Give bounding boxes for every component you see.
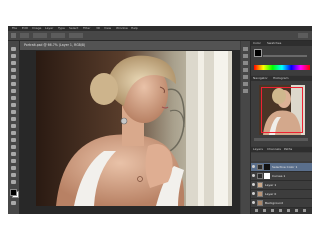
folder-icon[interactable] [287, 209, 290, 212]
quick-mask-icon[interactable] [11, 201, 16, 205]
tools-panel [8, 41, 20, 214]
pen-tool-icon[interactable] [11, 145, 16, 149]
history-panel-icon[interactable] [243, 47, 248, 51]
dodge-tool-icon[interactable] [11, 138, 16, 142]
layer-row[interactable]: Curves 1 [251, 172, 312, 181]
layer-thumbnail [257, 173, 263, 179]
layers-panel: Layers Channels Paths Selective Color 1 … [251, 147, 312, 214]
tab-histogram[interactable]: Histogram [273, 76, 289, 81]
new-layer-icon[interactable] [295, 209, 298, 212]
history-brush-tool-icon[interactable] [11, 110, 16, 114]
tab-swatches[interactable]: Swatches [267, 41, 281, 46]
quick-select-tool-icon[interactable] [11, 68, 16, 72]
document-tab[interactable]: Portrait.psd @ 66.7% (Layer 1, RGB/8) [20, 41, 240, 50]
workspace-switcher[interactable] [298, 33, 308, 38]
type-tool-icon[interactable] [11, 152, 16, 156]
navigator-panel-tabs: Navigator Histogram [251, 76, 312, 81]
adjustment-layer-icon[interactable] [279, 209, 282, 212]
lasso-tool-icon[interactable] [11, 61, 16, 65]
layer-row[interactable]: Layer 1 [251, 181, 312, 190]
canvas-photo[interactable] [36, 51, 232, 206]
right-panels: Color Swatches Navigator Histogram Layer… [241, 41, 312, 214]
document-tab-title: Portrait.psd @ 66.7% (Layer 1, RGB/8) [24, 43, 86, 47]
add-mask-icon[interactable] [271, 209, 274, 212]
tool-preset-icon[interactable] [11, 33, 16, 38]
options-bar [8, 31, 312, 41]
layer-name: Layer 1 [265, 183, 277, 187]
tab-channels[interactable]: Channels [267, 147, 281, 152]
layer-thumbnail [257, 200, 263, 206]
tab-color[interactable]: Color [253, 41, 261, 46]
eraser-tool-icon[interactable] [11, 117, 16, 121]
layer-name: Layer 0 [265, 192, 277, 196]
color-foreground-swatch[interactable] [254, 49, 262, 57]
color-spectrum-ramp[interactable] [254, 65, 310, 70]
layer-row[interactable]: Background [251, 199, 312, 208]
flow-field[interactable] [69, 33, 83, 38]
layer-mask-thumbnail[interactable] [264, 164, 270, 170]
layer-thumbnail [257, 164, 263, 170]
color-panel: Color Swatches [251, 41, 312, 75]
brush-tool-icon[interactable] [11, 96, 16, 100]
zoom-tool-icon[interactable] [11, 180, 16, 184]
gradient-tool-icon[interactable] [11, 124, 16, 128]
trash-icon[interactable] [303, 209, 306, 212]
visibility-eye-icon[interactable] [252, 165, 255, 168]
hand-tool-icon[interactable] [11, 173, 16, 177]
tab-layers[interactable]: Layers [253, 147, 263, 152]
eyedropper-tool-icon[interactable] [11, 82, 16, 86]
document-area: Portrait.psd @ 66.7% (Layer 1, RGB/8) [20, 41, 240, 214]
info-panel-icon[interactable] [243, 89, 248, 93]
character-panel-icon[interactable] [243, 68, 248, 72]
layer-thumbnail [257, 191, 263, 197]
photoshop-window: File Edit Image Layer Type Select Filter… [8, 26, 312, 214]
navigator-view-box[interactable] [261, 87, 303, 133]
blur-tool-icon[interactable] [11, 131, 16, 135]
path-select-tool-icon[interactable] [11, 159, 16, 163]
layers-footer [251, 208, 312, 214]
visibility-eye-icon[interactable] [252, 192, 255, 195]
layer-mask-thumbnail[interactable] [264, 173, 270, 179]
fx-icon[interactable] [263, 209, 266, 212]
visibility-eye-icon[interactable] [252, 183, 255, 186]
foreground-color-swatch[interactable] [10, 189, 17, 196]
crop-tool-icon[interactable] [11, 75, 16, 79]
navigator-thumbnail[interactable] [259, 85, 305, 135]
portrait-image [36, 51, 232, 206]
navigator-zoom-slider[interactable] [254, 138, 308, 141]
panel-icon-strip [241, 41, 251, 214]
layer-blend-controls[interactable] [251, 153, 312, 161]
mode-dropdown[interactable] [33, 33, 47, 38]
brush-size-icon[interactable] [20, 33, 29, 38]
link-layers-icon[interactable] [255, 209, 258, 212]
move-tool-icon[interactable] [11, 47, 16, 51]
paragraph-panel-icon[interactable] [243, 75, 248, 79]
healing-brush-tool-icon[interactable] [11, 89, 16, 93]
layer-row[interactable]: Layer 0 [251, 190, 312, 199]
layer-name: Curves 1 [272, 174, 286, 178]
adjustments-panel-icon[interactable] [243, 61, 248, 65]
marquee-tool-icon[interactable] [11, 54, 16, 58]
navigator-panel: Navigator Histogram [251, 76, 312, 146]
layer-row[interactable]: Selective Color 1 [251, 163, 312, 172]
visibility-eye-icon[interactable] [252, 174, 255, 177]
opacity-field[interactable] [51, 33, 65, 38]
shape-tool-icon[interactable] [11, 166, 16, 170]
tab-paths[interactable]: Paths [284, 147, 292, 152]
layer-name: Background [265, 201, 283, 205]
clone-stamp-tool-icon[interactable] [11, 103, 16, 107]
visibility-eye-icon[interactable] [252, 201, 255, 204]
layer-name: Selective Color 1 [272, 165, 298, 169]
color-slider[interactable] [263, 55, 307, 57]
properties-panel-icon[interactable] [243, 54, 248, 58]
layers-panel-tabs: Layers Channels Paths [251, 147, 312, 152]
tab-navigator[interactable]: Navigator [253, 76, 268, 81]
color-panel-tabs: Color Swatches [251, 41, 312, 46]
layer-thumbnail [257, 182, 263, 188]
brush-panel-icon[interactable] [243, 82, 248, 86]
